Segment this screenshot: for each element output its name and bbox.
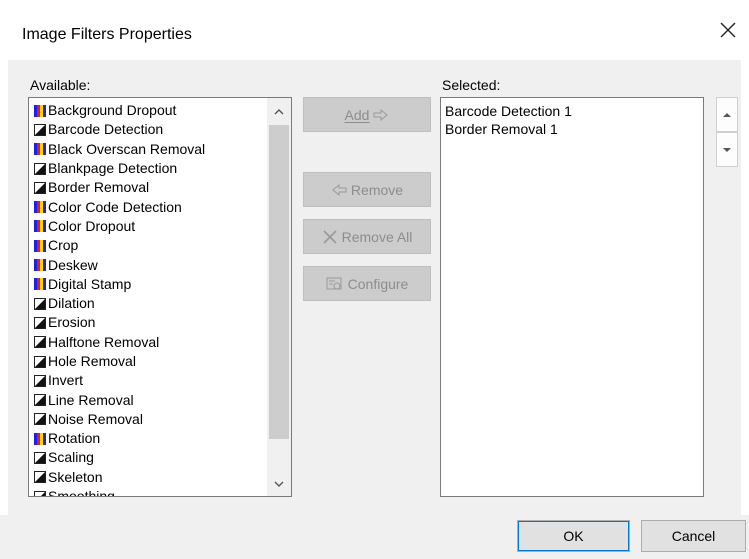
list-item[interactable]: Dilation <box>34 294 205 313</box>
list-item-label: Erosion <box>48 314 96 331</box>
color-filter-icon <box>34 220 46 233</box>
list-item[interactable]: Skeleton <box>34 468 205 487</box>
list-item[interactable]: Border Removal <box>34 178 205 197</box>
list-item[interactable]: Digital Stamp <box>34 275 205 294</box>
bw-filter-icon <box>34 316 46 329</box>
bw-filter-icon <box>34 471 46 484</box>
list-item[interactable]: Erosion <box>34 313 205 332</box>
selected-label: Selected: <box>442 77 501 93</box>
list-item[interactable]: Color Code Detection <box>34 197 205 216</box>
color-filter-icon <box>34 432 46 445</box>
list-item[interactable]: Line Removal <box>34 390 205 409</box>
bw-filter-icon <box>34 394 46 407</box>
list-item[interactable]: Invert <box>34 371 205 390</box>
add-button[interactable]: Add <box>303 97 431 132</box>
cancel-button[interactable]: Cancel <box>641 520 746 552</box>
color-filter-icon <box>34 143 46 156</box>
remove-button[interactable]: Remove <box>303 172 431 207</box>
list-item-label: Color Dropout <box>48 217 136 234</box>
available-label: Available: <box>30 77 91 93</box>
available-listbox[interactable]: Background Dropout Barcode Detection Black… <box>28 97 292 497</box>
dialog-footer <box>0 515 749 559</box>
bw-filter-icon <box>34 374 46 387</box>
list-item-label: Smoothing <box>48 488 115 497</box>
list-item[interactable]: Blankpage Detection <box>34 159 205 178</box>
move-up-button[interactable] <box>716 97 738 132</box>
color-filter-icon <box>34 278 46 291</box>
bw-filter-icon <box>34 336 46 349</box>
ok-button[interactable]: OK <box>517 520 630 552</box>
list-item-label: Background Dropout <box>48 102 177 119</box>
bw-filter-icon <box>34 181 46 194</box>
color-filter-icon <box>34 239 46 252</box>
configure-button-label: Configure <box>347 275 409 292</box>
list-item-label: Skeleton <box>48 468 103 485</box>
color-filter-icon <box>34 259 46 272</box>
remove-all-icon <box>323 229 337 244</box>
remove-all-button[interactable]: Remove All <box>303 219 431 254</box>
list-item-label: Barcode Detection <box>48 121 164 138</box>
bw-filter-icon <box>34 355 46 368</box>
list-item-label: Invert <box>48 372 84 389</box>
arrow-left-icon <box>332 183 347 196</box>
list-item-label: Hole Removal <box>48 353 136 369</box>
triangle-down-icon <box>723 147 731 152</box>
configure-icon <box>326 277 342 289</box>
title-bar: Image Filters Properties <box>0 0 749 60</box>
window-title: Image Filters Properties <box>22 26 192 43</box>
bw-filter-icon <box>34 451 46 464</box>
bw-filter-icon <box>34 297 46 310</box>
triangle-up-icon <box>723 112 731 117</box>
bw-filter-icon <box>34 490 46 496</box>
list-item[interactable]: Noise Removal <box>34 410 205 429</box>
list-item[interactable]: Background Dropout <box>34 101 205 120</box>
scroll-down-icon[interactable] <box>267 472 291 496</box>
list-item[interactable]: Deskew <box>34 255 205 274</box>
bw-filter-icon <box>34 413 46 426</box>
ok-button-label: OK <box>563 528 584 544</box>
list-item-label: Line Removal <box>48 391 134 408</box>
scroll-up-icon[interactable] <box>267 100 291 124</box>
list-item[interactable]: Color Dropout <box>34 217 205 236</box>
list-item-label: Digital Stamp <box>48 275 132 292</box>
list-item-label: Noise Removal <box>48 410 143 427</box>
list-item-label: Dilation <box>48 295 95 312</box>
bw-filter-icon <box>34 123 46 136</box>
list-item[interactable]: Barcode Detection 1 <box>445 102 572 120</box>
list-item[interactable]: Scaling <box>34 448 205 467</box>
bw-filter-icon <box>34 162 46 175</box>
list-item-label: Deskew <box>48 256 98 273</box>
list-item-label: Blankpage Detection <box>48 160 178 177</box>
remove-all-button-label: Remove All <box>341 228 413 245</box>
list-item-label: Black Overscan Removal <box>48 140 206 157</box>
list-item[interactable]: Rotation <box>34 429 205 448</box>
color-filter-icon <box>34 201 46 214</box>
list-item[interactable]: Halftone Removal <box>34 333 205 352</box>
selected-listbox[interactable]: Barcode Detection 1 Border Removal 1 <box>440 97 704 497</box>
list-item-label: Halftone Removal <box>48 333 160 350</box>
close-icon[interactable] <box>716 18 740 42</box>
list-item[interactable]: Barcode Detection <box>34 120 205 139</box>
list-item-label: Rotation <box>48 430 101 447</box>
list-item[interactable]: Hole Removal <box>34 352 205 371</box>
list-item[interactable]: Black Overscan Removal <box>34 140 205 159</box>
scrollbar-thumb[interactable] <box>269 125 289 439</box>
list-item[interactable]: Crop <box>34 236 205 255</box>
list-item[interactable]: Border Removal 1 <box>445 120 572 138</box>
color-filter-icon <box>34 104 46 117</box>
list-item-label: Scaling <box>48 449 94 466</box>
configure-button[interactable]: Configure <box>303 266 431 301</box>
list-item-label: Border Removal <box>48 179 150 196</box>
list-item[interactable]: Smoothing <box>34 487 205 497</box>
cancel-button-label: Cancel <box>671 528 716 544</box>
add-button-label: Add <box>344 106 370 123</box>
list-item-label: Color Code Detection <box>48 198 182 215</box>
list-item-label: Crop <box>48 237 79 254</box>
arrow-right-icon <box>373 108 389 121</box>
remove-button-label: Remove <box>350 181 404 198</box>
move-down-button[interactable] <box>716 132 738 167</box>
